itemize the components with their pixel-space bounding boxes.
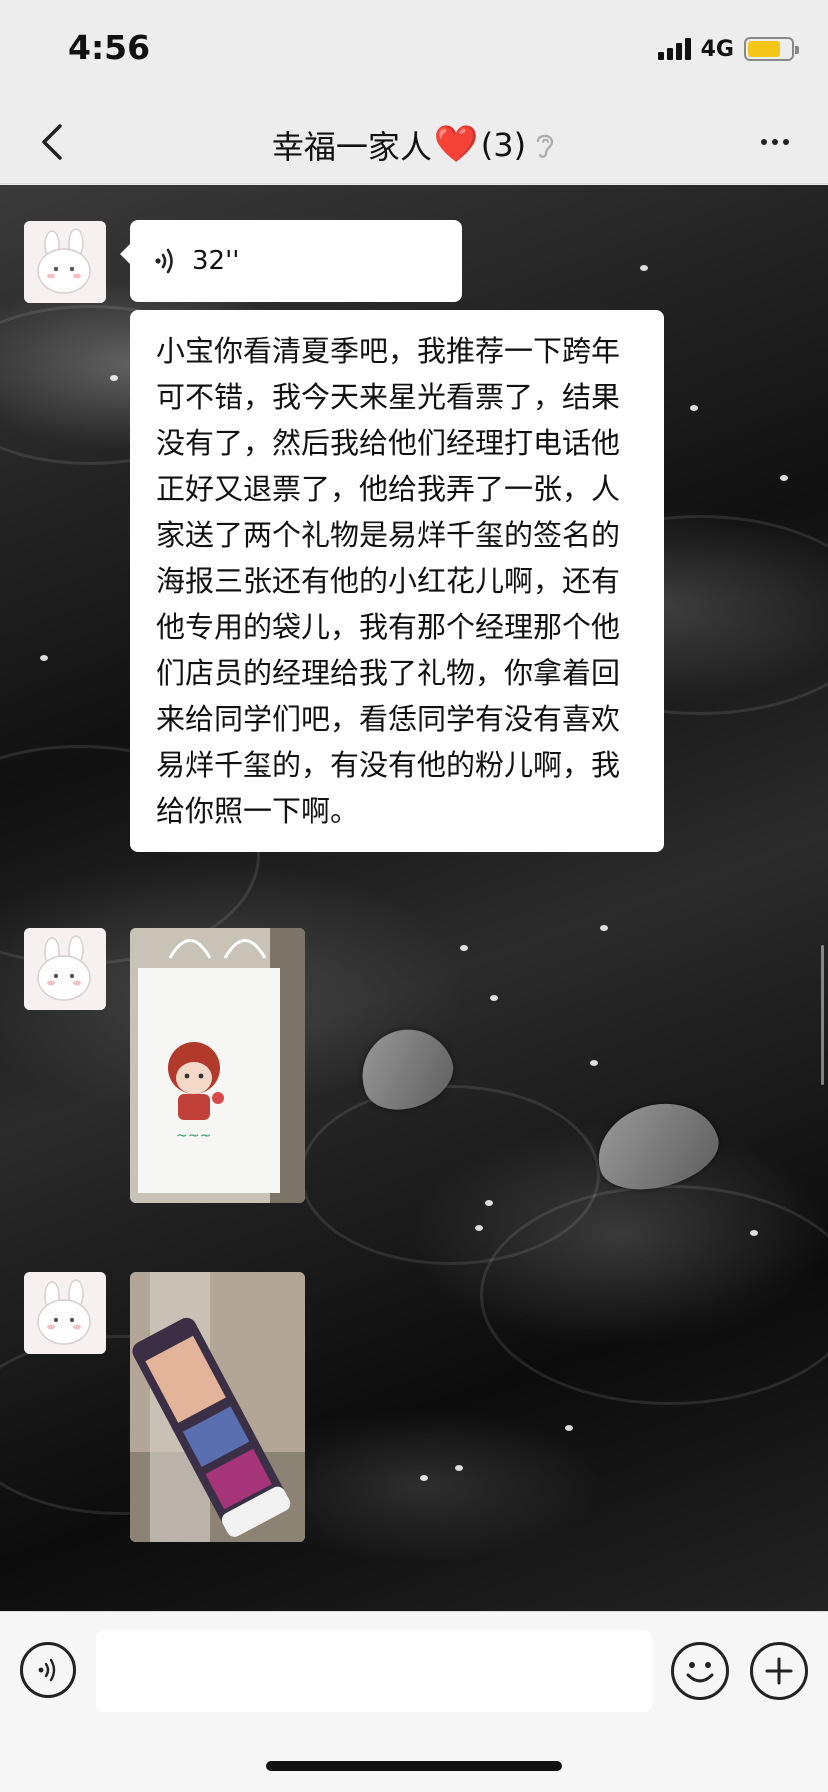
emoji-icon (686, 1662, 714, 1683)
avatar[interactable] (24, 928, 106, 1010)
input-bar (0, 1611, 828, 1792)
network-type: 4G (700, 36, 734, 62)
chat-header: 幸福一家人 ❤️ (3) (0, 100, 828, 184)
status-time: 4:56 (68, 28, 151, 67)
petal (420, 1475, 428, 1481)
petal (110, 375, 118, 381)
bunny-avatar-icon (24, 221, 106, 303)
battery-fill (748, 41, 780, 57)
svg-text:~~~: ~~~ (176, 1128, 211, 1144)
voice-mode-icon (38, 1658, 56, 1682)
more-dot (783, 139, 789, 145)
member-count: (3) (480, 126, 527, 164)
petal (490, 995, 498, 1001)
voice-mode-button[interactable] (20, 1642, 76, 1698)
group-name: 幸福一家人 (271, 128, 432, 166)
petal (750, 1230, 758, 1236)
avatar[interactable] (24, 221, 106, 303)
more-dot (772, 139, 778, 145)
petal (565, 1425, 573, 1431)
more-button[interactable] (750, 122, 800, 162)
voice-duration: 32'' (192, 246, 240, 276)
petal (590, 1060, 598, 1066)
gift-bag-photo: ~~~ (130, 928, 305, 1203)
voice-message-bubble[interactable]: 32'' (120, 220, 462, 302)
battery-tip (795, 46, 799, 54)
signal-bars-icon (657, 38, 691, 60)
avatar[interactable] (24, 1272, 106, 1354)
status-bar: 4:56 4G (0, 0, 828, 100)
bunny-avatar-icon (24, 1272, 106, 1354)
petal (640, 265, 648, 271)
plus-button[interactable] (750, 1642, 808, 1700)
petal (600, 925, 608, 931)
petal (485, 1200, 493, 1206)
floating-leaf (587, 1090, 727, 1202)
ear-icon (534, 130, 556, 160)
voice-wave-icon (155, 248, 173, 274)
petal (690, 405, 698, 411)
status-indicators: 4G (657, 34, 799, 64)
chat-area[interactable]: 32'' 小宝你看清夏季吧，我推荐一下跨年可不错，我今天来星光看票了，结果没有了… (0, 185, 828, 1611)
text-message-bubble[interactable]: 小宝你看清夏季吧，我推荐一下跨年可不错，我今天来星光看票了，结果没有了，然后我给… (130, 310, 664, 852)
scrollbar[interactable] (821, 945, 824, 1085)
home-indicator[interactable] (266, 1761, 562, 1771)
poster-tube-photo (130, 1272, 305, 1542)
battery-icon (744, 37, 799, 61)
image-message-poster[interactable] (130, 1272, 305, 1542)
message-input[interactable] (96, 1630, 652, 1712)
bunny-avatar-icon (24, 928, 106, 1010)
petal (40, 655, 48, 661)
water-ripple (480, 1185, 828, 1405)
chat-title: 幸福一家人 ❤️ (3) (0, 122, 828, 168)
bubble-tail (120, 244, 130, 264)
petal (455, 1465, 463, 1471)
petal (475, 1225, 483, 1231)
image-message-gift-bag[interactable]: ~~~ (130, 928, 305, 1203)
petal (460, 945, 468, 951)
message-text: 小宝你看清夏季吧，我推荐一下跨年可不错，我今天来星光看票了，结果没有了，然后我给… (156, 334, 621, 828)
plus-icon (765, 1657, 793, 1685)
more-dot (761, 139, 767, 145)
heart-emoji: ❤️ (433, 124, 479, 165)
emoji-button[interactable] (671, 1642, 729, 1700)
petal (780, 475, 788, 481)
